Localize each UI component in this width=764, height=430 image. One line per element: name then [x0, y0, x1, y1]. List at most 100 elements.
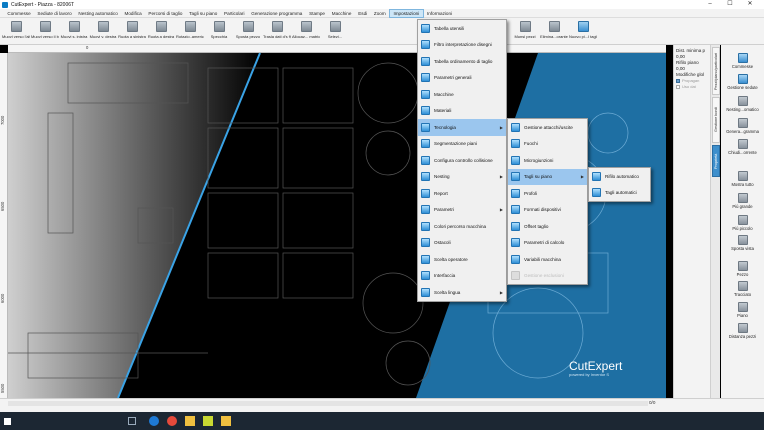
rotate-left-icon: [126, 21, 138, 32]
zoom-all-icon: [737, 171, 748, 181]
tab-bordi[interactable]: Gestione bordi: [712, 97, 720, 143]
menu-ordinamento-taglio[interactable]: Tabella ordinamento di taglio: [418, 53, 506, 70]
sort-icon: [421, 56, 430, 66]
colors-icon: [421, 221, 430, 231]
menu-parametri[interactable]: Parametri ▶: [418, 202, 506, 219]
maximize-button[interactable]: ☐: [720, 0, 740, 9]
submenu-rifilo-automatico[interactable]: Rifilo automatico: [589, 168, 650, 185]
menu-interfaccia[interactable]: Interfaccia: [418, 268, 506, 285]
tool-select[interactable]: Selezi...: [321, 20, 349, 44]
tool-mirror[interactable]: Specchia: [205, 20, 233, 44]
tool-matrix[interactable]: Allocaz... matrice: [292, 20, 320, 44]
menu-materiali[interactable]: Materiali: [418, 103, 506, 120]
tool-move-piece[interactable]: Sposta pezzo: [234, 20, 262, 44]
explorer2-icon[interactable]: [221, 416, 231, 426]
close-button[interactable]: ✕: [740, 0, 760, 9]
genera-programma-button[interactable]: Genera...gramma: [721, 118, 764, 134]
menu-particolari[interactable]: Particolari: [221, 9, 248, 18]
submenu-tagli-su-piano[interactable]: Tagli su piano ▶: [508, 168, 587, 185]
chrome-icon[interactable]: [167, 416, 177, 426]
menu-modifica[interactable]: Modifica: [121, 9, 145, 18]
menu-generazione[interactable]: Generazione programma: [248, 9, 306, 18]
collision-icon: [421, 155, 430, 165]
tool-rotate-right[interactable]: Ruota a destra: [147, 20, 175, 44]
tool-move-left[interactable]: Muovi s. inistra: [60, 20, 88, 44]
commesse-button[interactable]: Commesse: [721, 53, 764, 69]
distanza-pezzi-button[interactable]: Distanza pezzi: [721, 323, 764, 339]
menu-esdi[interactable]: Esdi: [355, 9, 371, 18]
piu-grande-button[interactable]: Più grande: [721, 193, 764, 209]
submenu-fuochi[interactable]: Fuochi: [508, 136, 587, 153]
ruler-left-label: 7000: [0, 115, 5, 125]
toolbar: Muovi verso l'alto Muovi verso il basso …: [0, 18, 764, 45]
submenu-variabili[interactable]: Variabili macchina: [508, 251, 587, 268]
menu-collisione[interactable]: Configura controllo collisione: [418, 152, 506, 169]
menu-stampe[interactable]: Stampe: [306, 9, 329, 18]
tool-rotate-left[interactable]: Ruota a sinistra: [118, 20, 146, 44]
menu-colori[interactable]: Colori percorso macchina: [418, 218, 506, 235]
submenu-profili[interactable]: Profoli: [508, 185, 587, 202]
window-controls: – ☐ ✕: [700, 0, 760, 9]
menu-nesting[interactable]: Nesting automatico: [75, 9, 121, 18]
tab-proprieta[interactable]: Proprietà: [712, 145, 720, 177]
rotate-right-icon: [155, 21, 167, 32]
minimize-button[interactable]: –: [700, 0, 720, 9]
menu-tabella-utensili[interactable]: Tabella utensili: [418, 20, 506, 37]
submenu-formati[interactable]: Formati dispositivi: [508, 202, 587, 219]
menu-percorsi[interactable]: Percorsi di taglio: [145, 9, 186, 18]
menu-lingua[interactable]: Scelta lingua ▶: [418, 284, 506, 301]
edge-icon[interactable]: [149, 416, 159, 426]
gestione-sedute-button[interactable]: Gestione sedute: [721, 74, 764, 90]
piu-piccolo-button[interactable]: Più piccolo: [721, 215, 764, 231]
submenu-attacchi[interactable]: Gestione attacchi/uscite: [508, 119, 587, 136]
piano-button[interactable]: Piano: [721, 302, 764, 318]
submenu-microgiunzioni[interactable]: Microgiunzioni: [508, 152, 587, 169]
submenu-offset[interactable]: Offset taglio: [508, 218, 587, 235]
filter-icon: [421, 40, 430, 50]
menu-tagli[interactable]: Tagli su piano: [186, 9, 221, 18]
nesting-button[interactable]: Nesting...omatico: [721, 96, 764, 112]
tool-pieces[interactable]: Munsi pezzi: [511, 20, 539, 44]
microjoint-icon: [511, 155, 520, 165]
tool-move-down[interactable]: Muovi verso il basso: [31, 20, 59, 44]
menu-filtro-disegni[interactable]: Filtro interpretazione disegni: [418, 37, 506, 54]
menu-ostacoli[interactable]: Ostacoli: [418, 235, 506, 252]
menu-macchine-item[interactable]: Macchine: [418, 86, 506, 103]
nesting-icon: [737, 96, 748, 106]
menu-macchine[interactable]: Macchine: [328, 9, 354, 18]
sposta-vista-button[interactable]: Sposta vista: [721, 235, 764, 251]
task-view-icon[interactable]: [128, 417, 136, 425]
menu-nesting-item[interactable]: Nesting ▶: [418, 169, 506, 186]
pezzo-button[interactable]: Pezzo: [721, 261, 764, 277]
horizontal-scrollbar[interactable]: [8, 401, 648, 406]
menu-parametri-generali[interactable]: Parametri generali: [418, 70, 506, 87]
tool-translate[interactable]: Trasla dati d's fly: [263, 20, 291, 44]
menu-tecnologia[interactable]: Tecnologia ▶: [418, 119, 506, 136]
tool-move-right[interactable]: Muovi v. destra: [89, 20, 117, 44]
mostra-tutto-button[interactable]: Mostra tutto: [721, 171, 764, 187]
submenu-calcolo[interactable]: Parametri di calcolo: [508, 235, 587, 252]
cutexpert-taskbar-icon[interactable]: [203, 416, 213, 426]
submenu-tagli-automatici[interactable]: Tagli automatici: [589, 185, 650, 202]
menu-sedute[interactable]: Sediute di lavoro: [34, 9, 75, 18]
windows-start-icon[interactable]: [4, 418, 11, 425]
menu-commesse[interactable]: Commesse: [4, 9, 34, 18]
tracciato-button[interactable]: Tracciato: [721, 281, 764, 297]
menu-segmentazione[interactable]: Segmentazione piani: [418, 136, 506, 153]
tool-move-up[interactable]: Muovi verso l'alto: [2, 20, 30, 44]
menu-operatore[interactable]: Scelta operatore: [418, 251, 506, 268]
use-data-checkbox[interactable]: Uso dat: [676, 84, 708, 90]
explorer-icon[interactable]: [185, 416, 195, 426]
tool-delete[interactable]: Elimina...orante: [540, 20, 568, 44]
chiudi-corrente-button[interactable]: Chiudi...orrente: [721, 139, 764, 155]
menu-informazioni[interactable]: Informazioni: [424, 9, 456, 18]
piano-icon: [737, 302, 748, 312]
taskbar: [0, 412, 764, 430]
tool-new-cut[interactable]: Nuovo pi...l taglio: [569, 20, 597, 44]
menu-zoom[interactable]: Zoom: [371, 9, 390, 18]
menu-report[interactable]: Report: [418, 185, 506, 202]
ruler-left-label: 6500: [0, 201, 5, 211]
menu-impostazioni[interactable]: Impostazioni: [389, 8, 424, 18]
tool-rotation[interactable]: Rotazio..america: [176, 20, 204, 44]
tab-pezzi[interactable]: Pezzi/piano/particolari: [712, 47, 720, 95]
